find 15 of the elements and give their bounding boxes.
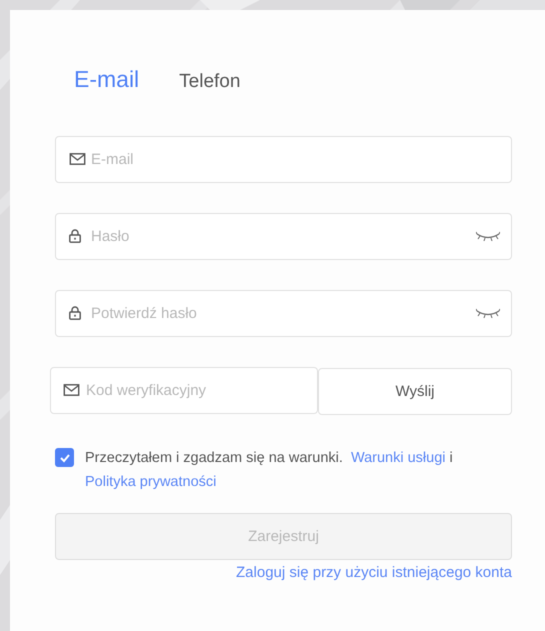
email-field[interactable]: E-mail <box>55 136 512 183</box>
tab[interactable]: Telefon <box>179 71 240 93</box>
password-field[interactable]: Potwierdź hasło <box>55 290 512 337</box>
privacy-link[interactable]: Polityka prywatności <box>85 474 216 490</box>
checkbox[interactable] <box>55 448 74 467</box>
login-link[interactable]: Zaloguj się przy użyciu istniejącego konta <box>236 564 512 581</box>
password-field[interactable]: Hasło <box>55 213 512 260</box>
send-button[interactable]: Wyślij <box>318 368 512 415</box>
terms-link[interactable]: Warunki usługi <box>350 450 446 466</box>
check-icon <box>58 452 70 464</box>
terms-text: Przeczytałem i zgadzam się na warunki. Warunki usługi i Polityka prywatności <box>85 449 454 492</box>
closed-eye-icon[interactable] <box>476 308 500 318</box>
tab[interactable]: E-mail <box>74 66 140 93</box>
closed-eye-icon[interactable] <box>476 231 500 241</box>
verification-code-field[interactable]: Kod weryfikacyjny <box>50 367 318 414</box>
